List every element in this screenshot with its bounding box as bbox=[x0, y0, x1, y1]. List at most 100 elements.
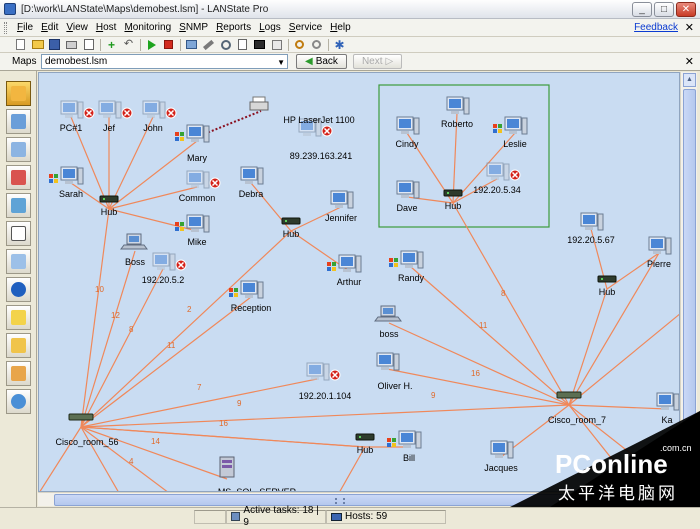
menubar-close-icon[interactable]: ✕ bbox=[685, 21, 694, 34]
jennifer-node[interactable] bbox=[330, 190, 354, 209]
network-link[interactable] bbox=[80, 296, 252, 428]
text-tool-button[interactable] bbox=[6, 249, 31, 274]
menu-help[interactable]: Help bbox=[326, 22, 355, 33]
debra-node[interactable] bbox=[240, 166, 264, 185]
info-tool-button[interactable] bbox=[6, 277, 31, 302]
bill-node[interactable] bbox=[387, 430, 422, 449]
menu-edit[interactable]: Edit bbox=[37, 22, 62, 33]
sarah-node[interactable] bbox=[49, 166, 84, 185]
vertical-scroll-thumb[interactable] bbox=[683, 89, 696, 449]
common-node[interactable] bbox=[186, 170, 221, 189]
back-button[interactable]: ◀ Back bbox=[296, 54, 347, 69]
hub3-node[interactable] bbox=[443, 189, 463, 197]
scroll-up-icon[interactable]: ▲ bbox=[683, 73, 696, 87]
maximize-button[interactable]: □ bbox=[654, 2, 674, 17]
pc1-node[interactable] bbox=[60, 100, 95, 119]
zoom-in-icon[interactable] bbox=[293, 39, 306, 51]
network-link[interactable] bbox=[80, 230, 292, 428]
add-map-tool-button[interactable] bbox=[6, 165, 31, 190]
dave-node[interactable] bbox=[396, 180, 420, 199]
hp-node[interactable] bbox=[249, 96, 269, 111]
cindy-node[interactable] bbox=[396, 116, 420, 135]
mike-node[interactable] bbox=[175, 214, 210, 233]
note-tool-button[interactable] bbox=[6, 305, 31, 330]
move-tool-button[interactable] bbox=[6, 361, 31, 386]
menu-file[interactable]: File bbox=[13, 22, 37, 33]
network-link[interactable] bbox=[410, 266, 570, 406]
network-link[interactable] bbox=[568, 288, 608, 406]
undo-icon[interactable]: ↶ bbox=[122, 39, 135, 51]
network-link[interactable] bbox=[388, 322, 570, 406]
menu-reports[interactable]: Reports bbox=[212, 22, 255, 33]
map-file-select[interactable]: demobest.lsm ▼ bbox=[41, 54, 288, 69]
network-scan-tool-button[interactable] bbox=[6, 389, 31, 414]
menu-host[interactable]: Host bbox=[92, 22, 121, 33]
network-link[interactable] bbox=[568, 404, 668, 410]
kr-node[interactable] bbox=[656, 392, 679, 411]
cisco56-node[interactable] bbox=[68, 413, 94, 421]
leslie-node[interactable] bbox=[493, 116, 528, 135]
network-link[interactable] bbox=[80, 404, 570, 428]
boss1-node[interactable] bbox=[120, 233, 148, 250]
report-icon[interactable] bbox=[236, 39, 249, 51]
close-button[interactable]: ✕ bbox=[676, 2, 696, 17]
john-node[interactable] bbox=[142, 100, 177, 119]
print-preview-icon[interactable] bbox=[82, 39, 95, 51]
ip567-node[interactable] bbox=[580, 212, 604, 231]
network-link[interactable] bbox=[568, 313, 680, 406]
host-down-icon bbox=[121, 107, 133, 119]
print-icon[interactable] bbox=[65, 39, 78, 51]
cisco7-node[interactable] bbox=[556, 391, 582, 399]
link-tool-button[interactable] bbox=[6, 137, 31, 162]
settings-gear-icon[interactable]: ✱ bbox=[333, 39, 346, 51]
node-label-hub5: Hub bbox=[356, 445, 374, 455]
next-button[interactable]: Next ▷ bbox=[352, 54, 403, 69]
addressbar-close-icon[interactable]: ✕ bbox=[685, 55, 694, 68]
tools-icon[interactable] bbox=[202, 39, 215, 51]
scan-network-icon[interactable] bbox=[185, 39, 198, 51]
menu-snmp[interactable]: SNMP bbox=[175, 22, 212, 33]
minimize-button[interactable]: _ bbox=[632, 2, 652, 17]
network-link[interactable] bbox=[80, 426, 228, 480]
hub2-node[interactable] bbox=[281, 217, 301, 225]
menu-logs[interactable]: Logs bbox=[255, 22, 285, 33]
hub4-node[interactable] bbox=[597, 275, 617, 283]
terminal-icon[interactable] bbox=[253, 39, 266, 51]
line-tool-button[interactable] bbox=[6, 221, 31, 246]
jef-node[interactable] bbox=[98, 100, 133, 119]
chevron-down-icon[interactable]: ▼ bbox=[277, 56, 285, 69]
ip52-node[interactable] bbox=[152, 252, 187, 271]
properties-icon[interactable] bbox=[270, 39, 283, 51]
roberto-node[interactable] bbox=[446, 96, 470, 115]
mary-node[interactable] bbox=[175, 124, 210, 143]
feedback-link[interactable]: Feedback bbox=[634, 22, 678, 33]
oliver-node[interactable] bbox=[376, 352, 400, 371]
add-host-icon[interactable]: + bbox=[105, 39, 118, 51]
mssql-node[interactable] bbox=[219, 456, 235, 478]
pierre-node[interactable] bbox=[648, 236, 672, 255]
boss2-node[interactable] bbox=[374, 305, 402, 322]
arthur-node[interactable] bbox=[327, 254, 362, 273]
add-host-tool-button[interactable] bbox=[6, 109, 31, 134]
ip1104-node[interactable] bbox=[306, 362, 341, 381]
hub5-node[interactable] bbox=[355, 433, 375, 441]
stop-monitoring-icon[interactable] bbox=[162, 39, 175, 51]
group-box-tool-button[interactable] bbox=[6, 193, 31, 218]
folder-tool-button[interactable] bbox=[6, 333, 31, 358]
ip534-node[interactable] bbox=[486, 162, 521, 181]
globe-icon bbox=[11, 394, 26, 409]
save-icon[interactable] bbox=[48, 39, 61, 51]
menu-monitoring[interactable]: Monitoring bbox=[120, 22, 175, 33]
network-link[interactable] bbox=[80, 426, 366, 448]
network-link[interactable] bbox=[80, 208, 110, 428]
start-monitoring-icon[interactable] bbox=[145, 39, 158, 51]
randy-node[interactable] bbox=[389, 250, 424, 269]
new-map-icon[interactable] bbox=[14, 39, 27, 51]
connect-icon[interactable] bbox=[219, 39, 232, 51]
menu-service[interactable]: Service bbox=[285, 22, 326, 33]
pointer-tool-button[interactable] bbox=[6, 81, 31, 106]
hub1-node[interactable] bbox=[99, 195, 119, 203]
open-folder-icon[interactable] bbox=[31, 39, 44, 51]
zoom-out-icon[interactable] bbox=[310, 39, 323, 51]
menu-view[interactable]: View bbox=[62, 22, 92, 33]
